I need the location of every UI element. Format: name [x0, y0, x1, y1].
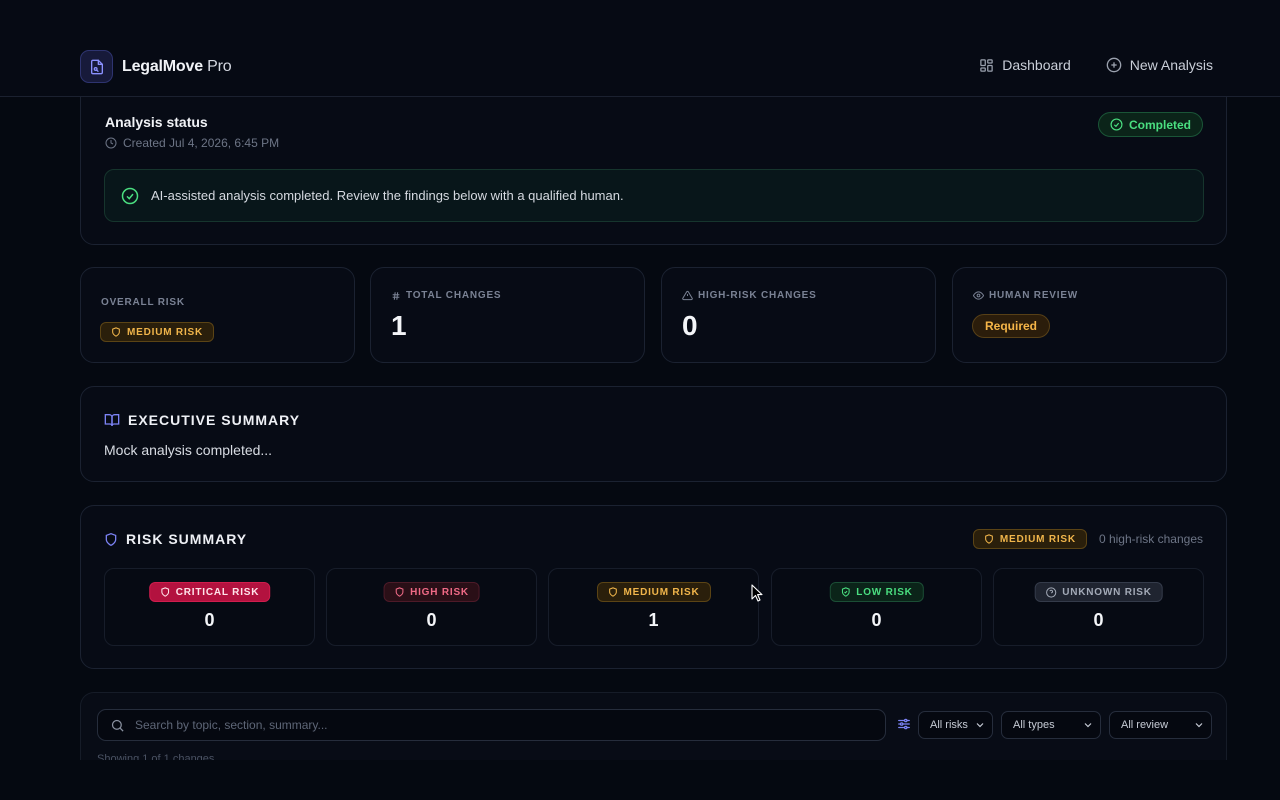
- created-timestamp: Created Jul 4, 2026, 6:45 PM: [105, 136, 279, 150]
- risk-tile-label: UNKNOWN RISK: [1062, 586, 1152, 598]
- status-badge: Completed: [1097, 112, 1203, 137]
- metric-label-text: TOTAL CHANGES: [406, 290, 502, 301]
- chevron-down-icon: [974, 719, 986, 731]
- risk-tile-unknown[interactable]: UNKNOWN RISK 0: [993, 568, 1204, 646]
- help-circle-icon: [1045, 586, 1056, 598]
- status-badge-label: Completed: [1128, 117, 1191, 132]
- metric-label: OVERALL RISK: [101, 297, 185, 308]
- main-nav: Dashboard New Analysis: [979, 57, 1213, 73]
- overall-risk-label: MEDIUM RISK: [127, 326, 204, 338]
- warning-icon: [682, 290, 693, 301]
- low-risk-pill: LOW RISK: [829, 582, 924, 602]
- shield-icon: [394, 587, 404, 597]
- high-risk-count-text: 0 high-risk changes: [1098, 532, 1203, 546]
- book-icon: [104, 412, 120, 428]
- review-filter-value: All review: [1121, 719, 1169, 731]
- risk-tile-count: 0: [871, 610, 882, 630]
- executive-summary-title: EXECUTIVE SUMMARY: [128, 412, 301, 428]
- type-filter-select[interactable]: All types: [1001, 711, 1101, 739]
- metric-label-text: HUMAN REVIEW: [989, 290, 1079, 301]
- nav-dashboard[interactable]: Dashboard: [979, 57, 1071, 73]
- high-risk-pill: HIGH RISK: [383, 582, 480, 602]
- plus-circle-icon: [1106, 57, 1122, 73]
- risk-tile-critical[interactable]: CRITICAL RISK 0: [104, 568, 315, 646]
- shield-icon: [984, 534, 994, 544]
- brand-name: LegalMove Pro: [122, 57, 232, 75]
- shield-icon: [607, 587, 617, 597]
- risk-tile-count: 0: [426, 610, 437, 630]
- type-filter-value: All types: [1013, 719, 1055, 731]
- human-review-badge: Required: [972, 314, 1051, 338]
- executive-summary-card: EXECUTIVE SUMMARY Mock analysis complete…: [80, 386, 1227, 482]
- alert-text: AI-assisted analysis completed. Review t…: [151, 188, 624, 203]
- search-icon: [110, 718, 125, 733]
- risk-tile-label: HIGH RISK: [410, 586, 469, 598]
- risk-tile-medium[interactable]: MEDIUM RISK 1: [548, 568, 759, 646]
- critical-risk-pill: CRITICAL RISK: [148, 582, 271, 602]
- risk-tile-label: MEDIUM RISK: [623, 586, 700, 598]
- nav-dashboard-label: Dashboard: [1002, 57, 1071, 73]
- risk-filter-select[interactable]: All risks: [918, 711, 993, 739]
- changes-filter-bar: All risks All types All review Showing 1…: [80, 692, 1227, 762]
- mouse-cursor-icon: [751, 584, 763, 602]
- risk-tile-count: 0: [204, 610, 215, 630]
- metric-label: HIGH-RISK CHANGES: [682, 290, 817, 301]
- check-circle-icon: [121, 187, 139, 205]
- risk-tile-count: 1: [648, 610, 659, 630]
- medium-risk-pill: MEDIUM RISK: [596, 582, 711, 602]
- sliders-icon[interactable]: [897, 717, 911, 731]
- viewport-bottom: [0, 760, 1280, 800]
- created-text: Created Jul 4, 2026, 6:45 PM: [123, 136, 280, 150]
- metric-high-risk-changes: HIGH-RISK CHANGES 0: [661, 267, 936, 363]
- shield-check-icon: [840, 587, 850, 597]
- completion-alert: AI-assisted analysis completed. Review t…: [104, 169, 1204, 222]
- risk-filter-value: All risks: [930, 719, 968, 731]
- status-title: Analysis status: [105, 114, 208, 130]
- risk-summary-meta: MEDIUM RISK 0 high-risk changes: [972, 529, 1203, 549]
- risk-tile-count: 0: [1093, 610, 1104, 630]
- total-changes-value: 1: [391, 310, 407, 341]
- executive-summary-text: Mock analysis completed...: [104, 442, 273, 458]
- search-input[interactable]: [135, 718, 855, 732]
- chevron-down-icon: [1082, 719, 1094, 731]
- brand[interactable]: LegalMove Pro: [80, 50, 232, 83]
- metric-overall-risk: OVERALL RISK MEDIUM RISK: [80, 267, 355, 363]
- chevron-down-icon: [1193, 719, 1205, 731]
- top-navbar: LegalMove Pro Dashboard New Analysis: [0, 0, 1280, 97]
- risk-summary-pill-label: MEDIUM RISK: [999, 533, 1076, 545]
- analysis-status-card: Analysis status Created Jul 4, 2026, 6:4…: [80, 80, 1227, 245]
- overall-risk-pill: MEDIUM RISK: [100, 322, 215, 342]
- risk-summary-card: RISK SUMMARY MEDIUM RISK 0 high-risk cha…: [80, 505, 1227, 669]
- risk-summary-pill: MEDIUM RISK: [972, 529, 1087, 549]
- metric-human-review: HUMAN REVIEW Required: [952, 267, 1227, 363]
- clock-icon: [105, 137, 117, 149]
- check-circle-icon: [1110, 118, 1123, 131]
- search-box[interactable]: [97, 709, 886, 741]
- executive-summary-heading: EXECUTIVE SUMMARY: [104, 412, 300, 428]
- grid-icon: [979, 58, 994, 73]
- risk-tile-high[interactable]: HIGH RISK 0: [326, 568, 537, 646]
- hash-icon: [391, 291, 401, 301]
- high-risk-changes-value: 0: [682, 310, 698, 341]
- nav-new-analysis[interactable]: New Analysis: [1106, 57, 1213, 73]
- shield-icon: [111, 327, 121, 337]
- metric-label-text: HIGH-RISK CHANGES: [698, 290, 817, 301]
- shield-icon: [160, 587, 170, 597]
- nav-new-analysis-label: New Analysis: [1129, 57, 1213, 73]
- risk-tile-label: CRITICAL RISK: [175, 586, 260, 598]
- unknown-risk-pill: UNKNOWN RISK: [1034, 582, 1163, 602]
- eye-icon: [973, 290, 984, 301]
- risk-tile-label: LOW RISK: [856, 586, 913, 598]
- metric-total-changes: TOTAL CHANGES 1: [370, 267, 645, 363]
- metric-label: TOTAL CHANGES: [391, 290, 501, 301]
- metric-label: HUMAN REVIEW: [973, 290, 1078, 301]
- risk-tile-low[interactable]: LOW RISK 0: [771, 568, 982, 646]
- review-filter-select[interactable]: All review: [1109, 711, 1212, 739]
- risk-summary-title: RISK SUMMARY: [126, 531, 248, 547]
- document-icon: [80, 50, 113, 83]
- shield-icon: [104, 532, 118, 547]
- risk-summary-heading: RISK SUMMARY: [104, 531, 247, 547]
